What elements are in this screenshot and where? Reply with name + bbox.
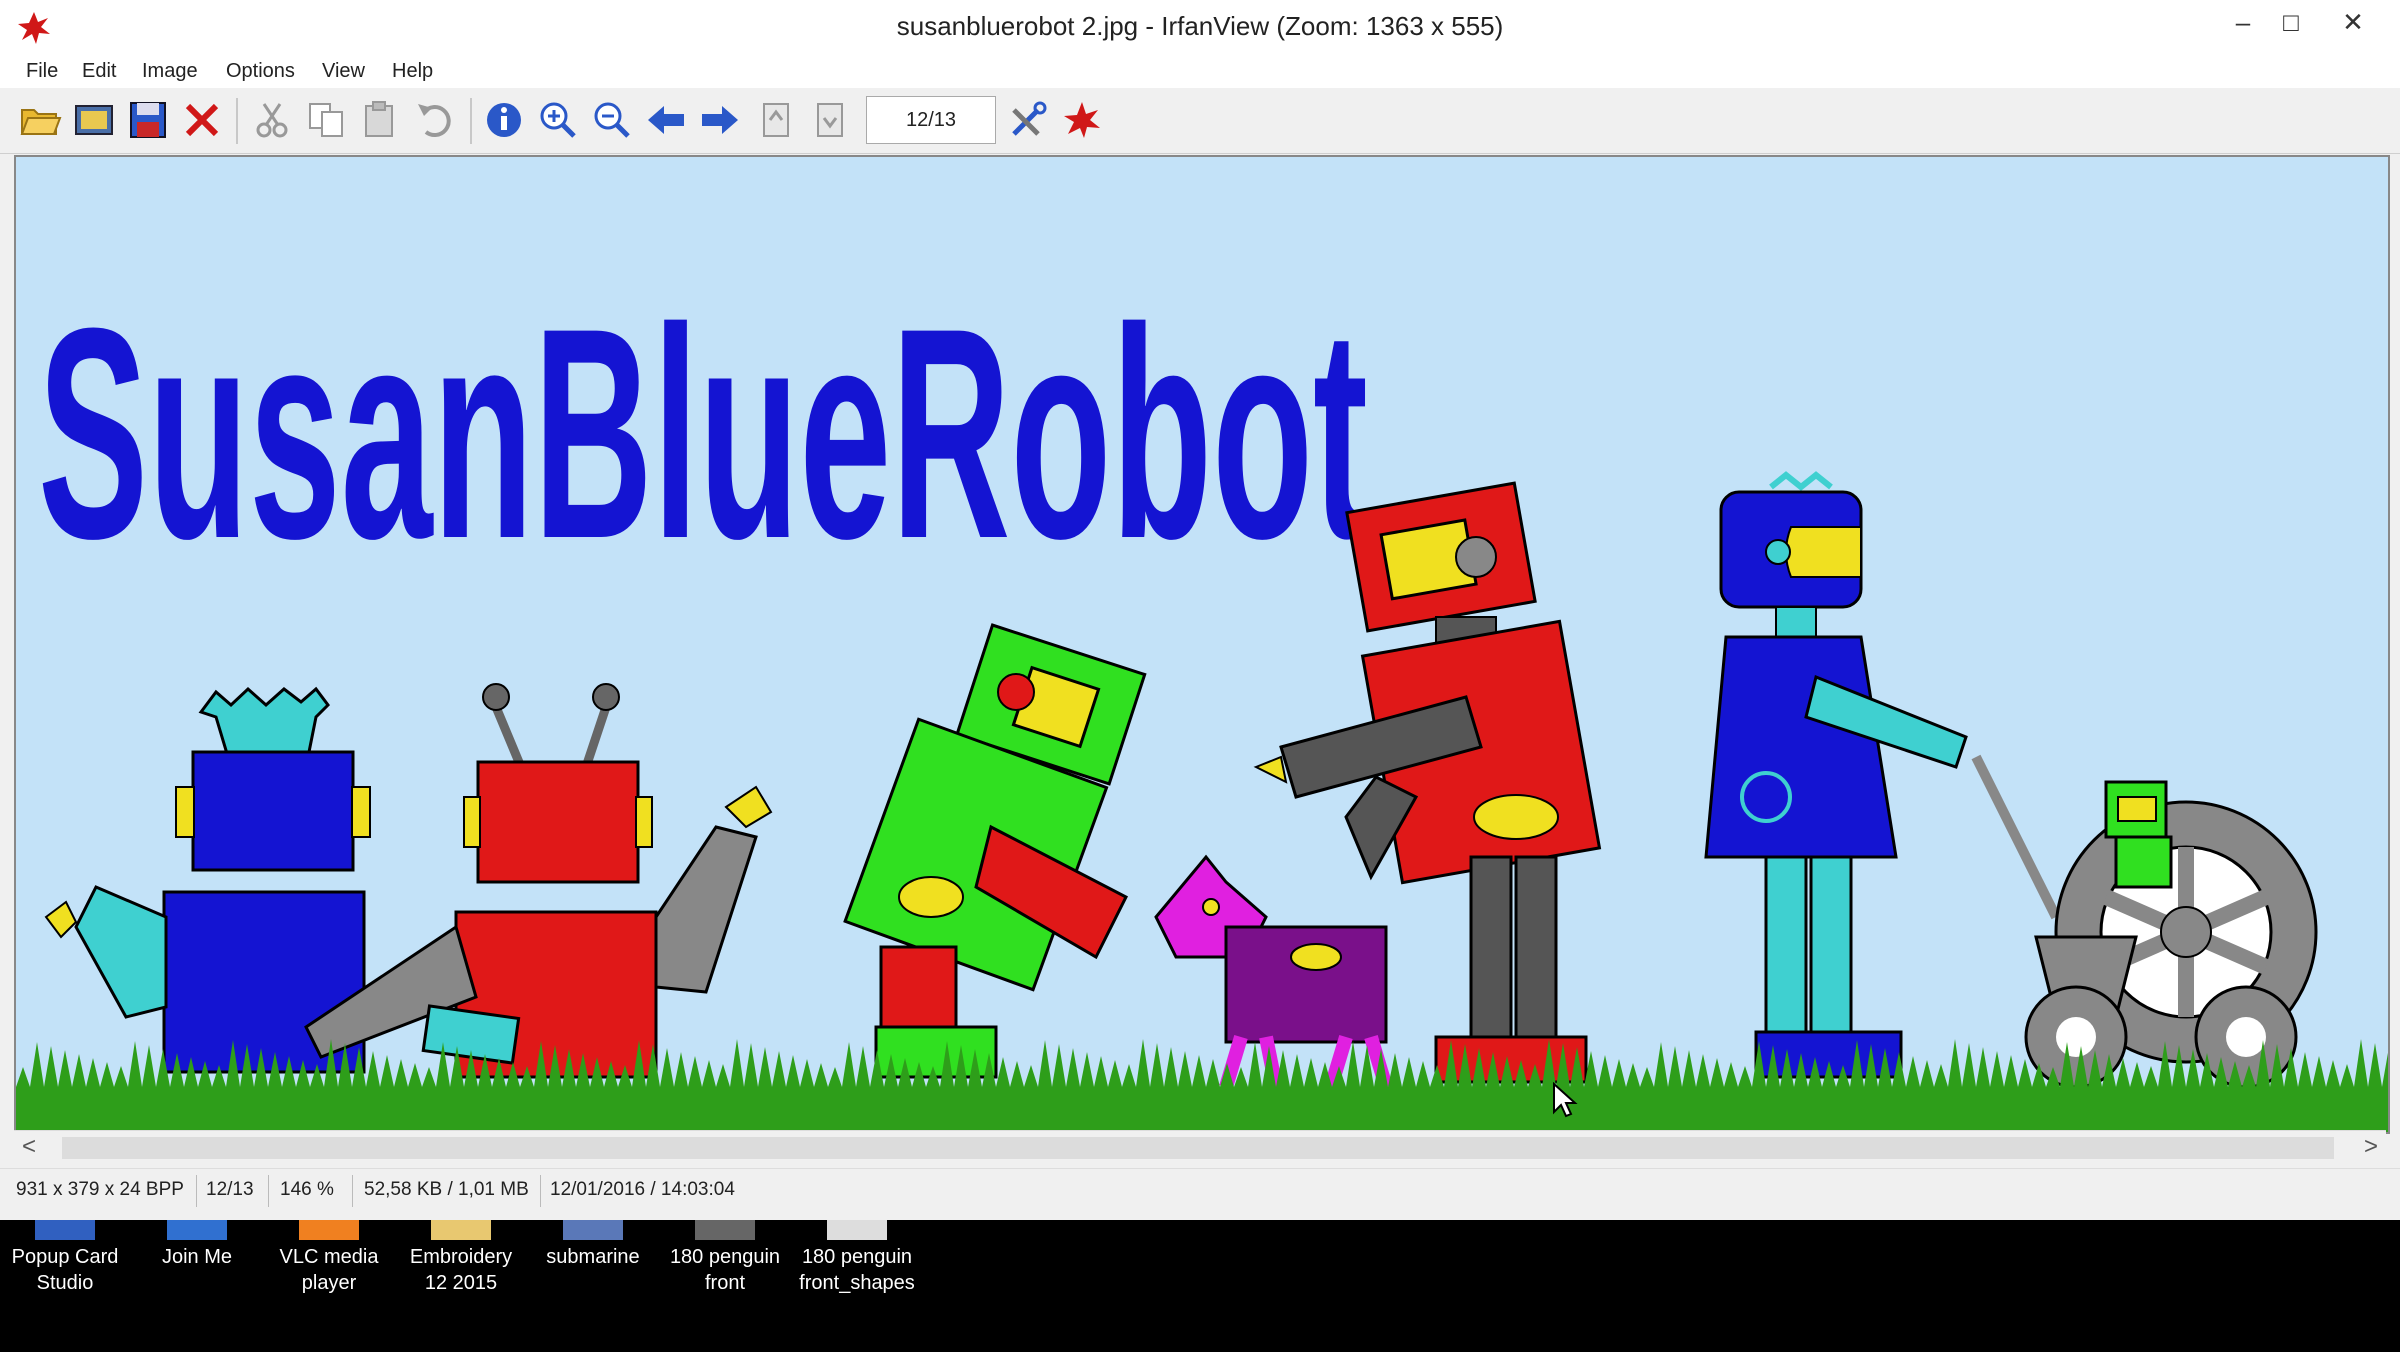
- status-divider: [540, 1175, 541, 1207]
- cut-icon[interactable]: [250, 98, 294, 142]
- desktop-area: Popup Card Studio Join Me VLC media play…: [0, 1220, 2400, 1352]
- popup-card-studio-icon: [35, 1220, 95, 1240]
- image-canvas[interactable]: SusanBlueRobot: [14, 155, 2390, 1134]
- desktop-icon-join-me[interactable]: Join Me: [132, 1220, 262, 1270]
- irfanview-window: susanbluerobot 2.jpg - IrfanView (Zoom: …: [0, 0, 2400, 1220]
- join-me-icon: [167, 1220, 227, 1240]
- copy-icon[interactable]: [304, 98, 348, 142]
- mouse-cursor-icon: [1553, 1082, 1578, 1118]
- desktop-icon-embroidery[interactable]: Embroidery 12 2015: [396, 1220, 526, 1296]
- status-divider: [196, 1175, 197, 1207]
- toolbar-separator: [470, 98, 472, 144]
- last-page-icon[interactable]: [808, 98, 852, 142]
- status-datetime: 12/01/2016 / 14:03:04: [550, 1179, 735, 1200]
- status-bar: 931 x 379 x 24 BPP 12/13 146 % 52,58 KB …: [0, 1168, 2400, 1213]
- status-zoom: 146 %: [280, 1179, 334, 1200]
- open-folder-icon[interactable]: [18, 98, 62, 142]
- scrollbar-thumb[interactable]: [62, 1137, 2334, 1159]
- previous-icon[interactable]: [644, 98, 688, 142]
- menu-options[interactable]: Options: [226, 60, 295, 83]
- vlc-icon: [299, 1220, 359, 1240]
- desktop-icon-180-penguin-front-shapes[interactable]: 180 penguin front_shapes: [792, 1220, 922, 1296]
- close-button[interactable]: ✕: [2318, 0, 2388, 44]
- first-page-icon[interactable]: [754, 98, 798, 142]
- settings-icon[interactable]: [1006, 98, 1050, 142]
- title-bar: susanbluerobot 2.jpg - IrfanView (Zoom: …: [0, 0, 2400, 54]
- status-file-size: 52,58 KB / 1,01 MB: [364, 1179, 529, 1200]
- info-icon[interactable]: [482, 98, 526, 142]
- status-dimensions: 931 x 379 x 24 BPP: [16, 1179, 184, 1200]
- maximize-button[interactable]: □: [2256, 0, 2326, 44]
- next-icon[interactable]: [698, 98, 742, 142]
- status-divider: [268, 1175, 269, 1207]
- penguin-file-icon: [695, 1220, 755, 1240]
- penguin-shapes-file-icon: [827, 1220, 887, 1240]
- zoom-out-icon[interactable]: [590, 98, 634, 142]
- robot-image: SusanBlueRobot: [16, 157, 2388, 1132]
- menu-help[interactable]: Help: [392, 60, 433, 83]
- desktop-icon-180-penguin-front[interactable]: 180 penguin front: [660, 1220, 790, 1296]
- menu-bar: File Edit Image Options View Help: [0, 54, 2400, 88]
- window-title: susanbluerobot 2.jpg - IrfanView (Zoom: …: [896, 11, 1504, 41]
- folder-icon: [431, 1220, 491, 1240]
- image-heading: SusanBlueRobot: [38, 265, 1368, 601]
- submarine-file-icon: [563, 1220, 623, 1240]
- scroll-left-button[interactable]: <: [22, 1133, 36, 1161]
- horizontal-scrollbar[interactable]: < >: [14, 1130, 2386, 1165]
- menu-image[interactable]: Image: [142, 60, 198, 83]
- desktop-icon-vlc-media-player[interactable]: VLC media player: [264, 1220, 394, 1296]
- page-indicator[interactable]: 12/13: [866, 96, 996, 144]
- undo-icon[interactable]: [412, 98, 456, 142]
- menu-file[interactable]: File: [26, 60, 58, 83]
- slideshow-icon[interactable]: [72, 98, 116, 142]
- delete-icon[interactable]: [180, 98, 224, 142]
- desktop-icon-popup-card-studio[interactable]: Popup Card Studio: [0, 1220, 130, 1296]
- scroll-right-button[interactable]: >: [2364, 1133, 2378, 1161]
- paste-icon[interactable]: [358, 98, 402, 142]
- desktop-icon-submarine[interactable]: submarine: [528, 1220, 658, 1270]
- toolbar-separator: [236, 98, 238, 144]
- menu-edit[interactable]: Edit: [82, 60, 116, 83]
- status-divider: [352, 1175, 353, 1207]
- save-icon[interactable]: [126, 98, 170, 142]
- menu-view[interactable]: View: [322, 60, 365, 83]
- zoom-in-icon[interactable]: [536, 98, 580, 142]
- status-page: 12/13: [206, 1179, 254, 1200]
- toolbar: 12/13: [0, 88, 2400, 154]
- irfanview-logo-icon[interactable]: [1060, 98, 1104, 142]
